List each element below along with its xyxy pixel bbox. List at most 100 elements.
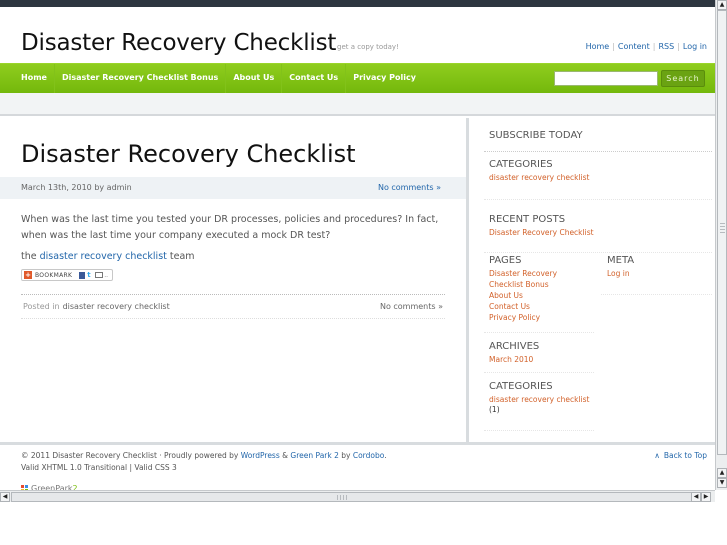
divider: [484, 372, 594, 373]
widget-heading: META: [607, 255, 635, 266]
top-link-login[interactable]: Log in: [683, 42, 707, 51]
vertical-scroll-thumb[interactable]: [717, 10, 727, 455]
widget-heading: PAGES: [489, 255, 522, 266]
archive-link[interactable]: March 2010: [489, 354, 539, 365]
top-link-rss[interactable]: RSS: [658, 42, 674, 51]
post-meta-band: March 13th, 2010 by admin No comments »: [0, 177, 466, 199]
post-title[interactable]: Disaster Recovery Checklist: [21, 140, 356, 168]
browser-top-bar: [0, 0, 727, 7]
widget-pages: PAGES Disaster Recovery Checklist Bonus …: [489, 255, 557, 323]
comments-link[interactable]: No comments »: [378, 183, 441, 192]
period: .: [384, 451, 387, 460]
vertical-scrollbar[interactable]: ▲ ▲ ▼: [715, 0, 727, 490]
back-to-top-label: Back to Top: [663, 451, 707, 460]
search-input[interactable]: [554, 71, 658, 86]
top-links: Home | Content | RSS | Log in: [586, 42, 707, 51]
widget-categories: CATEGORIES disaster recovery checklist: [489, 159, 589, 183]
checklist-link[interactable]: disaster recovery checklist: [40, 251, 167, 262]
recent-post-link[interactable]: Disaster Recovery Checklist: [489, 227, 594, 238]
author-link[interactable]: Cordobo: [353, 451, 384, 460]
footer-credits: © 2011 Disaster Recovery Checklist · Pro…: [21, 451, 387, 460]
signature-prefix: the: [21, 251, 37, 262]
scroll-down-button[interactable]: ▼: [717, 478, 727, 488]
divider: [484, 199, 712, 200]
scroll-grip: [720, 223, 725, 235]
widget-meta: META Log in: [607, 255, 634, 279]
nav-item-about-us[interactable]: About Us: [226, 64, 283, 94]
posted-in-category[interactable]: disaster recovery checklist: [63, 302, 170, 311]
widget-heading: CATEGORIES: [489, 159, 553, 170]
twitter-icon[interactable]: t: [87, 271, 93, 279]
copyright-text: © 2011 Disaster Recovery Checklist · Pro…: [21, 451, 239, 460]
validity-links[interactable]: Valid XHTML 1.0 Transitional | Valid CSS…: [21, 463, 177, 472]
post-body: When was the last time you tested your D…: [21, 212, 451, 270]
theme-link[interactable]: Green Park 2: [290, 451, 338, 460]
page-link[interactable]: Disaster Recovery: [489, 268, 557, 279]
page-link[interactable]: About Us: [489, 290, 557, 301]
sidebar: SUBSCRIBE TODAY CATEGORIES disaster reco…: [469, 118, 715, 442]
site-title[interactable]: Disaster Recovery Checklist: [21, 30, 336, 56]
divider: [484, 151, 712, 152]
page-link[interactable]: Contact Us: [489, 301, 557, 312]
horizontal-scroll-thumb[interactable]: [11, 492, 708, 502]
scroll-up-button[interactable]: ▲: [717, 0, 727, 10]
post-paragraph: When was the last time you tested your D…: [21, 214, 439, 241]
blank-area: [0, 502, 727, 545]
nav-item-checklist-bonus[interactable]: Disaster Recovery Checklist Bonus: [55, 64, 227, 94]
by-text: by: [341, 451, 351, 460]
page-link[interactable]: Privacy Policy: [489, 312, 557, 323]
post-date: March 13th, 2010: [21, 183, 92, 192]
posted-in: Posted in disaster recovery checklist: [23, 302, 170, 311]
divider: [484, 252, 712, 253]
up-arrow-icon: ∧: [654, 451, 660, 460]
category-link[interactable]: disaster recovery checklist: [489, 172, 589, 183]
post-author: admin: [106, 183, 132, 192]
nav-item-home[interactable]: Home: [14, 64, 55, 94]
posted-in-label: Posted in: [23, 302, 60, 311]
horizontal-scrollbar[interactable]: ◀ ◀ ▶: [0, 490, 715, 502]
divider: [484, 332, 594, 333]
web-page: Disaster Recovery Checklist get a copy t…: [0, 7, 715, 490]
widget-archives: ARCHIVES March 2010: [489, 341, 539, 365]
back-to-top-link[interactable]: ∧ Back to Top: [654, 451, 707, 460]
meta-login-link[interactable]: Log in: [607, 268, 634, 279]
widget-heading: RECENT POSTS: [489, 214, 566, 225]
scroll-grip: [337, 495, 349, 500]
sub-header-band: [0, 93, 715, 116]
bookmark-button[interactable]: + BOOKMARK t ..: [21, 269, 113, 281]
separator: |: [677, 42, 680, 51]
widget-categories-2: CATEGORIES disaster recovery checklist (…: [489, 381, 589, 414]
scroll-right-button[interactable]: ▶: [701, 492, 711, 502]
main-nav-bar: Home Disaster Recovery Checklist Bonus A…: [0, 63, 715, 94]
widget-heading: ARCHIVES: [489, 341, 540, 352]
scroll-left-button[interactable]: ◀: [0, 492, 10, 502]
separator: |: [612, 42, 615, 51]
more-icon[interactable]: ..: [104, 272, 108, 279]
widget-heading: SUBSCRIBE TODAY: [489, 130, 583, 141]
post-signature: the disaster recovery checklist team: [21, 249, 451, 265]
category-link[interactable]: disaster recovery checklist: [489, 394, 589, 405]
facebook-icon[interactable]: [79, 271, 86, 279]
main-nav: Home Disaster Recovery Checklist Bonus A…: [14, 64, 423, 94]
top-link-home[interactable]: Home: [586, 42, 610, 51]
scroll-up-button-2[interactable]: ▲: [717, 468, 727, 478]
main-content: Disaster Recovery Checklist March 13th, …: [0, 118, 466, 442]
separator: |: [652, 42, 656, 51]
wordpress-link[interactable]: WordPress: [241, 451, 280, 460]
scroll-left-button-2[interactable]: ◀: [691, 492, 701, 502]
footer-comments-link[interactable]: No comments »: [380, 302, 443, 311]
divider: [484, 430, 594, 431]
bookmark-label: BOOKMARK: [35, 271, 73, 279]
search-button[interactable]: Search: [661, 70, 705, 87]
email-icon[interactable]: [95, 272, 104, 278]
amp: &: [282, 451, 289, 460]
nav-item-privacy-policy[interactable]: Privacy Policy: [346, 64, 423, 94]
top-link-content[interactable]: Content: [618, 42, 650, 51]
page-link[interactable]: Checklist Bonus: [489, 279, 557, 290]
signature-suffix: team: [169, 251, 195, 262]
addthis-plus-icon: +: [24, 271, 32, 279]
category-count: (1): [489, 405, 500, 414]
nav-item-contact-us[interactable]: Contact Us: [282, 64, 347, 94]
widget-subscribe: SUBSCRIBE TODAY: [489, 130, 583, 141]
widget-recent-posts: RECENT POSTS Disaster Recovery Checklist: [489, 214, 594, 238]
